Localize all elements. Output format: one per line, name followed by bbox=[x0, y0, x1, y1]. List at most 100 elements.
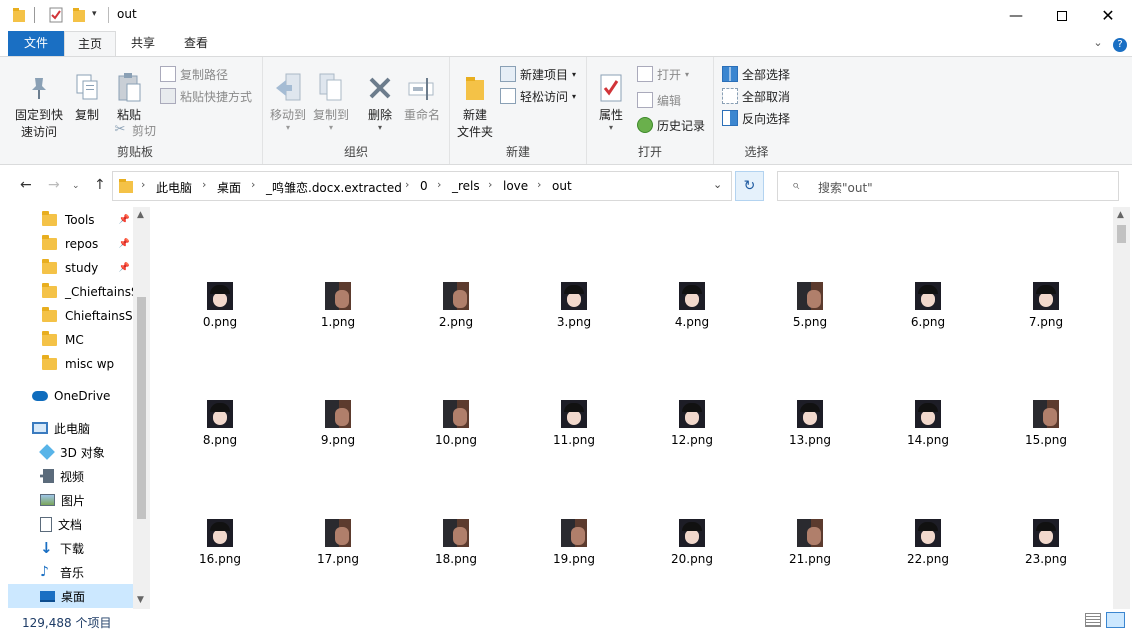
breadcrumb-separator[interactable]: › bbox=[202, 178, 206, 191]
nav-item-music[interactable]: ♪ 音乐 bbox=[8, 560, 133, 584]
tab-share[interactable]: 共享 bbox=[118, 31, 168, 56]
breadcrumb-0[interactable]: 0 bbox=[420, 179, 428, 193]
content-scrollbar-thumb[interactable] bbox=[1117, 225, 1126, 243]
history-button[interactable]: 历史记录 bbox=[637, 115, 705, 135]
tab-home[interactable]: 主页 bbox=[64, 31, 116, 57]
file-item[interactable]: 10.png bbox=[409, 400, 503, 447]
file-item[interactable]: 15.png bbox=[999, 400, 1093, 447]
nav-item-documents[interactable]: 文档 bbox=[8, 512, 133, 536]
nav-item-pictures[interactable]: 图片 bbox=[8, 488, 133, 512]
scroll-up-icon[interactable]: ▲ bbox=[137, 210, 144, 220]
content-scrollbar[interactable]: ▲ bbox=[1113, 207, 1130, 609]
customize-dropdown-icon[interactable]: ▾ bbox=[92, 9, 106, 25]
breadcrumb-separator[interactable]: › bbox=[405, 178, 409, 191]
large-icons-view-icon[interactable] bbox=[1106, 612, 1125, 628]
address-bar[interactable]: › 此电脑 › 桌面 › _鸣雏恋.docx.extracted › 0 › _… bbox=[112, 171, 732, 201]
edit-button[interactable]: 编辑 bbox=[637, 90, 681, 110]
nav-scrollbar-thumb[interactable] bbox=[137, 297, 146, 519]
help-icon[interactable]: ? bbox=[1112, 31, 1128, 56]
close-button[interactable]: ✕ bbox=[1085, 0, 1131, 31]
scroll-down-icon[interactable]: ▼ bbox=[137, 595, 144, 605]
file-item[interactable]: 13.png bbox=[763, 400, 857, 447]
forward-arrow-icon[interactable]: → bbox=[48, 177, 60, 193]
delete-button[interactable]: 删除 ▾ bbox=[361, 69, 399, 132]
breadcrumb-this-pc[interactable]: 此电脑 bbox=[156, 179, 192, 196]
file-item[interactable]: 11.png bbox=[527, 400, 621, 447]
file-item[interactable]: 2.png bbox=[409, 282, 503, 329]
file-item[interactable]: 6.png bbox=[881, 282, 975, 329]
scroll-up-icon[interactable]: ▲ bbox=[1117, 210, 1124, 220]
file-item[interactable]: 4.png bbox=[645, 282, 739, 329]
breadcrumb-separator[interactable]: › bbox=[141, 178, 145, 191]
breadcrumb-separator[interactable]: › bbox=[437, 178, 441, 191]
file-item[interactable]: 14.png bbox=[881, 400, 975, 447]
nav-item-mc[interactable]: MC bbox=[8, 328, 133, 352]
nav-item-videos[interactable]: 视频 bbox=[8, 464, 133, 488]
copy-button[interactable]: 复制 bbox=[68, 69, 106, 124]
file-item[interactable]: 5.png bbox=[763, 282, 857, 329]
paste-button[interactable]: 粘贴 bbox=[109, 69, 149, 124]
new-item-button[interactable]: 新建项目 ▾ bbox=[500, 64, 576, 84]
search-input[interactable]: 搜索"out" bbox=[818, 179, 873, 196]
minimize-button[interactable]: — bbox=[993, 0, 1039, 31]
copy-to-button[interactable]: 复制到 ▾ bbox=[310, 69, 352, 132]
file-item[interactable]: 1.png bbox=[291, 282, 385, 329]
cut-button[interactable]: ✂ 剪切 bbox=[112, 120, 156, 140]
nav-item-desktop[interactable]: 桌面 bbox=[8, 584, 133, 608]
back-arrow-icon[interactable]: ← bbox=[20, 177, 32, 193]
details-view-icon[interactable] bbox=[1085, 613, 1101, 627]
recent-locations-icon[interactable]: ⌄ bbox=[72, 181, 80, 191]
pin-quick-access-button[interactable]: 固定到快 速访问 bbox=[10, 69, 68, 141]
breadcrumb-desktop[interactable]: 桌面 bbox=[217, 179, 241, 196]
breadcrumb-separator[interactable]: › bbox=[537, 178, 541, 191]
breadcrumb-out[interactable]: out bbox=[552, 179, 572, 193]
file-item[interactable]: 20.png bbox=[645, 519, 739, 566]
collapse-ribbon-icon[interactable]: ⌄ bbox=[1090, 31, 1106, 56]
file-item[interactable]: 18.png bbox=[409, 519, 503, 566]
select-all-button[interactable]: 全部选择 bbox=[722, 64, 790, 84]
nav-item-misc-wp[interactable]: misc wp bbox=[8, 352, 133, 376]
up-arrow-icon[interactable]: ↑ bbox=[94, 177, 106, 193]
nav-item-3d-objects[interactable]: 3D 对象 bbox=[8, 440, 133, 464]
rename-button[interactable]: 重命名 bbox=[401, 69, 443, 124]
tab-view[interactable]: 查看 bbox=[170, 31, 222, 56]
tab-file[interactable]: 文件 bbox=[8, 31, 64, 56]
nav-scrollbar[interactable]: ▲ ▼ bbox=[133, 207, 150, 609]
breadcrumb-love[interactable]: love bbox=[503, 179, 528, 193]
move-to-button[interactable]: 移动到 ▾ bbox=[267, 69, 309, 132]
breadcrumb-separator[interactable]: › bbox=[251, 178, 255, 191]
refresh-button[interactable]: ↻ bbox=[735, 171, 764, 201]
nav-item-this-pc[interactable]: 此电脑 bbox=[8, 416, 133, 440]
open-button[interactable]: 打开 ▾ bbox=[637, 64, 689, 84]
nav-item-tools[interactable]: Tools 📌 bbox=[8, 208, 133, 232]
breadcrumb-docx-extracted[interactable]: _鸣雏恋.docx.extracted bbox=[266, 179, 402, 196]
search-box[interactable]: ⌕ 搜索"out" bbox=[777, 171, 1119, 201]
file-item[interactable]: 0.png bbox=[173, 282, 267, 329]
nav-item-repos[interactable]: repos 📌 bbox=[8, 232, 133, 256]
nav-item-chieftains-2[interactable]: ChieftainsSec bbox=[8, 304, 133, 328]
easy-access-button[interactable]: 轻松访问 ▾ bbox=[500, 86, 576, 106]
properties-button[interactable]: 属性 ▾ bbox=[591, 69, 631, 132]
breadcrumb-rels[interactable]: _rels bbox=[452, 179, 480, 193]
file-item[interactable]: 3.png bbox=[527, 282, 621, 329]
new-folder-button[interactable]: 新建 文件夹 bbox=[454, 69, 496, 141]
nav-item-chieftains-1[interactable]: _ChieftainsSe bbox=[8, 280, 133, 304]
address-dropdown-icon[interactable]: ⌄ bbox=[713, 178, 722, 191]
file-item[interactable]: 9.png bbox=[291, 400, 385, 447]
nav-item-onedrive[interactable]: OneDrive bbox=[8, 384, 133, 408]
copy-path-button[interactable]: 复制路径 bbox=[160, 64, 228, 84]
file-item[interactable]: 19.png bbox=[527, 519, 621, 566]
file-item[interactable]: 17.png bbox=[291, 519, 385, 566]
select-none-button[interactable]: 全部取消 bbox=[722, 86, 790, 106]
paste-shortcut-button[interactable]: 粘贴快捷方式 bbox=[160, 86, 252, 106]
new-folder-icon[interactable] bbox=[72, 7, 86, 23]
file-item[interactable]: 23.png bbox=[999, 519, 1093, 566]
file-item[interactable]: 8.png bbox=[173, 400, 267, 447]
nav-item-downloads[interactable]: ↓ 下载 bbox=[8, 536, 133, 560]
file-item[interactable]: 21.png bbox=[763, 519, 857, 566]
properties-icon[interactable] bbox=[49, 7, 63, 23]
breadcrumb-separator[interactable]: › bbox=[488, 178, 492, 191]
invert-selection-button[interactable]: 反向选择 bbox=[722, 108, 790, 128]
file-item[interactable]: 16.png bbox=[173, 519, 267, 566]
file-item[interactable]: 7.png bbox=[999, 282, 1093, 329]
